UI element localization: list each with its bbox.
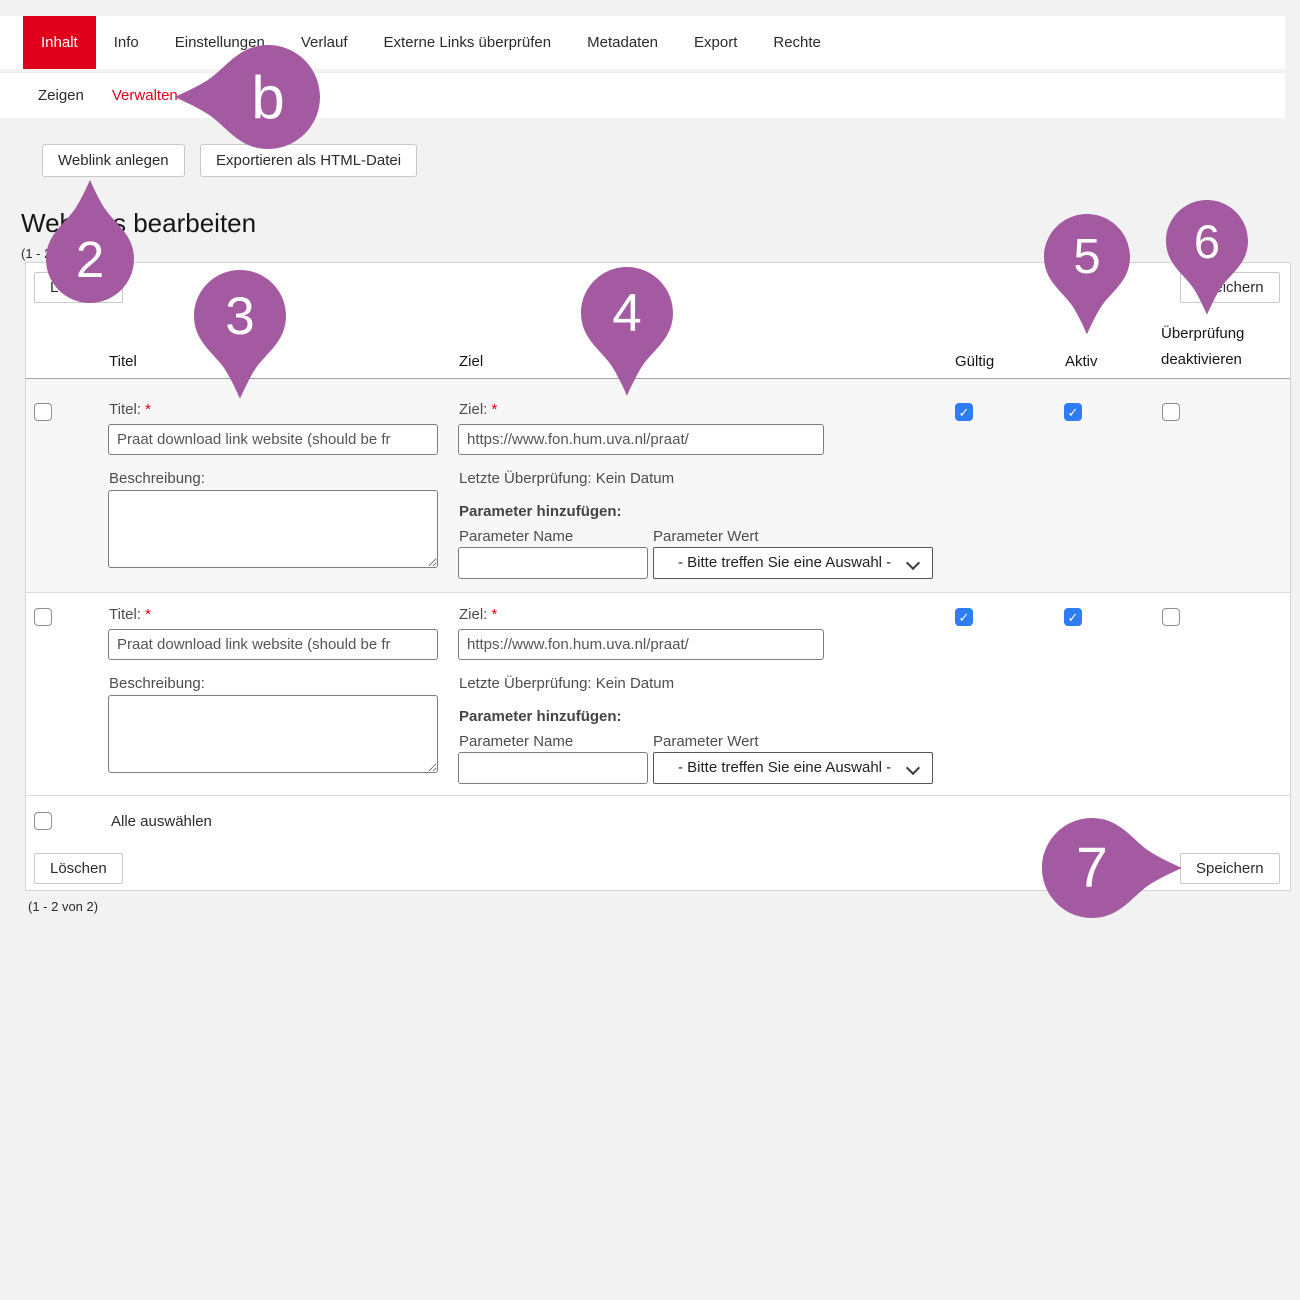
sub-tab-bar: Zeigen Verwalten [0,72,1285,118]
disable-check-checkbox[interactable] [1162,608,1180,626]
tab-externe-links[interactable]: Externe Links überprüfen [366,16,570,69]
column-header-titel: Titel [109,353,137,370]
required-marker: * [492,401,498,418]
add-parameter-label: Parameter hinzufügen: [459,503,622,520]
subtab-zeigen[interactable]: Zeigen [24,73,98,118]
column-header-ziel: Ziel [459,353,483,370]
tab-inhalt[interactable]: Inhalt [23,16,96,69]
parameter-name-input[interactable] [458,752,648,784]
save-button-bottom[interactable]: Speichern [1180,853,1280,884]
row-select-checkbox[interactable] [34,403,52,421]
required-marker: * [145,401,151,418]
parameter-value-label: Parameter Wert [653,733,759,750]
weblinks-table: Löschen Speichern Titel Ziel Gültig Akti… [25,262,1291,891]
column-header-ueberpruefung-deaktivieren: Überprüfung deaktivieren [1161,321,1279,373]
active-checkbox[interactable] [1064,608,1082,626]
select-value: - Bitte treffen Sie eine Auswahl - [678,554,891,571]
pagination-bottom: (1 - 2 von 2) [28,899,98,914]
pagination-top: (1 - 2 von 2) [21,246,91,261]
title-label: Titel: * [109,401,151,418]
add-parameter-label: Parameter hinzufügen: [459,708,622,725]
select-all-checkbox[interactable] [34,812,52,830]
description-label: Beschreibung: [109,675,205,692]
column-header-aktiv: Aktiv [1065,353,1098,370]
active-checkbox[interactable] [1064,403,1082,421]
target-input[interactable] [458,629,824,660]
required-marker: * [145,606,151,623]
last-check-text: Letzte Überprüfung: Kein Datum [459,470,674,487]
column-header-gueltig: Gültig [955,353,994,370]
tab-einstellungen[interactable]: Einstellungen [157,16,283,69]
delete-button-top[interactable]: Löschen [34,272,123,303]
tab-metadaten[interactable]: Metadaten [569,16,676,69]
page: Inhalt Info Einstellungen Verlauf Extern… [0,0,1300,1300]
title-input[interactable] [108,629,438,660]
required-marker: * [492,606,498,623]
table-row: Titel: * Beschreibung: Ziel: * Letzte Üb… [26,593,1290,796]
description-textarea[interactable] [108,490,438,568]
tab-verlauf[interactable]: Verlauf [283,16,366,69]
select-all-label: Alle auswählen [111,813,212,830]
target-input[interactable] [458,424,824,455]
parameter-value-select[interactable]: - Bitte treffen Sie eine Auswahl - [653,752,933,784]
table-row: Titel: * Beschreibung: Ziel: * Letzte Üb… [26,379,1290,593]
tab-export[interactable]: Export [676,16,755,69]
description-textarea[interactable] [108,695,438,773]
chevron-down-icon [906,556,920,570]
save-button-top[interactable]: Speichern [1180,272,1280,303]
select-value: - Bitte treffen Sie eine Auswahl - [678,759,891,776]
row-select-checkbox[interactable] [34,608,52,626]
target-label: Ziel: * [459,606,497,623]
main-tab-bar: Inhalt Info Einstellungen Verlauf Extern… [0,16,1285,69]
description-label: Beschreibung: [109,470,205,487]
export-html-button[interactable]: Exportieren als HTML-Datei [200,144,417,177]
parameter-name-input[interactable] [458,547,648,579]
target-label: Ziel: * [459,401,497,418]
title-label: Titel: * [109,606,151,623]
parameter-value-select[interactable]: - Bitte treffen Sie eine Auswahl - [653,547,933,579]
tab-rechte[interactable]: Rechte [755,16,839,69]
disable-check-checkbox[interactable] [1162,403,1180,421]
chevron-down-icon [906,761,920,775]
last-check-text: Letzte Überprüfung: Kein Datum [459,675,674,692]
tab-info[interactable]: Info [96,16,157,69]
parameter-name-label: Parameter Name [459,733,573,750]
create-weblink-button[interactable]: Weblink anlegen [42,144,185,177]
valid-checkbox[interactable] [955,403,973,421]
valid-checkbox[interactable] [955,608,973,626]
subtab-verwalten[interactable]: Verwalten [98,73,192,118]
parameter-name-label: Parameter Name [459,528,573,545]
delete-button-bottom[interactable]: Löschen [34,853,123,884]
page-title: Weblinks bearbeiten [21,208,256,239]
parameter-value-label: Parameter Wert [653,528,759,545]
title-input[interactable] [108,424,438,455]
